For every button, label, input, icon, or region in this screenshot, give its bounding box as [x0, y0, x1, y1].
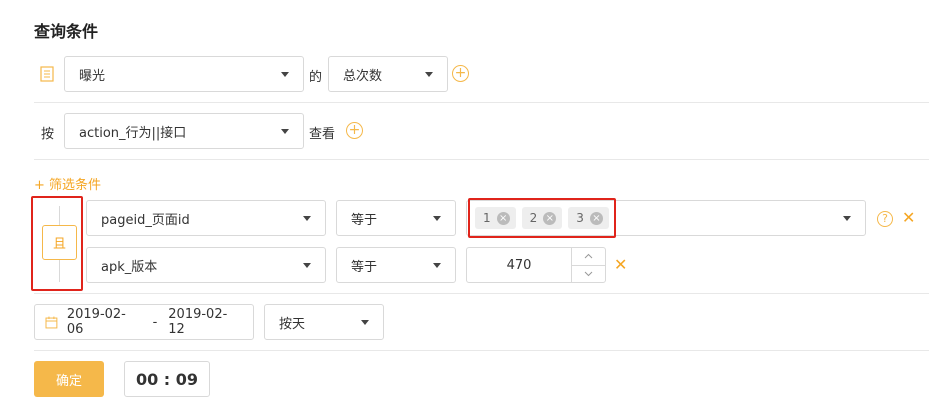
document-icon	[40, 66, 54, 82]
of-label: 的	[309, 70, 323, 85]
tags-highlight-box	[468, 198, 616, 238]
metric-select-value: 总次数	[343, 68, 383, 84]
stepper-up-icon[interactable]	[572, 248, 605, 266]
add-group-icon[interactable]: +	[346, 122, 363, 139]
view-label: 查看	[309, 127, 336, 142]
date-end: 2019-02-12	[168, 307, 228, 337]
filter-field-value: pageid_页面id	[101, 212, 190, 228]
granularity-select[interactable]: 按天	[264, 304, 384, 340]
chevron-down-icon	[843, 215, 851, 221]
filter-operator-select[interactable]: 等于	[336, 200, 456, 236]
date-range-picker[interactable]: 2019-02-06 - 2019-02-12	[34, 304, 254, 340]
confirm-button[interactable]: 确定	[34, 361, 104, 397]
chevron-down-icon	[281, 128, 289, 134]
divider	[34, 293, 929, 294]
divider	[34, 159, 929, 160]
divider	[34, 102, 929, 103]
filter-operator-select[interactable]: 等于	[336, 247, 456, 283]
granularity-value: 按天	[279, 316, 306, 332]
chevron-down-icon	[281, 71, 289, 77]
question-icon[interactable]: ?	[877, 211, 893, 227]
chevron-down-icon	[303, 215, 311, 221]
close-icon[interactable]: ✕	[614, 257, 627, 273]
divider	[34, 350, 929, 351]
chevron-down-icon	[425, 71, 433, 77]
number-stepper	[571, 248, 605, 282]
chevron-down-icon	[433, 215, 441, 221]
chevron-down-icon	[303, 262, 311, 268]
filter-operator-value: 等于	[351, 259, 378, 275]
number-input-value[interactable]: 470	[467, 248, 571, 282]
filter-field-value: apk_版本	[101, 259, 158, 275]
stepper-down-icon[interactable]	[572, 266, 605, 283]
event-select[interactable]: 曝光	[64, 56, 304, 92]
close-icon[interactable]: ✕	[902, 210, 915, 226]
query-timer: 00 : 09	[124, 361, 210, 397]
group-by-select-value: action_行为||接口	[79, 125, 187, 141]
calendar-icon	[45, 316, 58, 328]
date-start: 2019-02-06	[66, 307, 126, 337]
group-by-select[interactable]: action_行为||接口	[64, 113, 304, 149]
date-separator: -	[152, 314, 158, 330]
logic-operator-toggle[interactable]: 且	[42, 225, 77, 260]
chevron-down-icon	[361, 319, 369, 325]
filter-field-select[interactable]: pageid_页面id	[86, 200, 326, 236]
add-filter-button[interactable]: + 筛选条件	[34, 174, 101, 193]
chevron-down-icon	[433, 262, 441, 268]
version-number-input[interactable]: 470	[466, 247, 606, 283]
page-title: 查询条件	[34, 22, 99, 41]
event-select-value: 曝光	[79, 68, 106, 84]
filter-operator-value: 等于	[351, 212, 378, 228]
add-metric-icon[interactable]: +	[452, 65, 469, 82]
by-label: 按	[41, 127, 55, 142]
filter-field-select[interactable]: apk_版本	[86, 247, 326, 283]
metric-select[interactable]: 总次数	[328, 56, 448, 92]
